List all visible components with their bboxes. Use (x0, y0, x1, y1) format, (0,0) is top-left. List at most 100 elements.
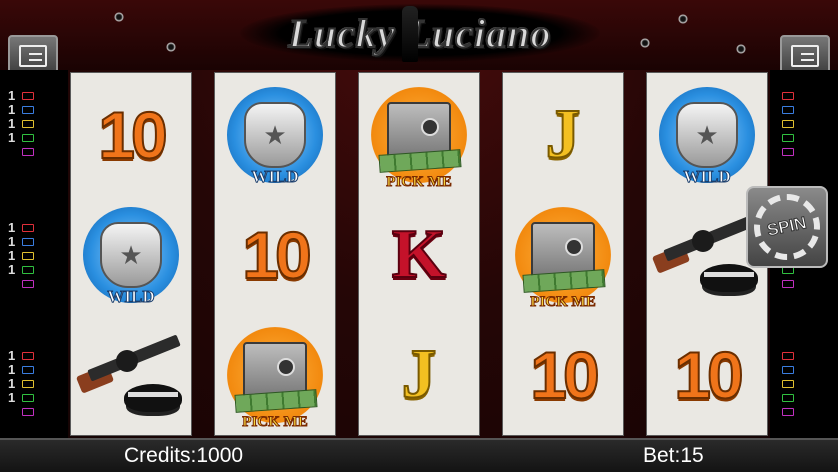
payline-indicator (782, 104, 834, 115)
wild-label: WILD (683, 167, 731, 187)
police-badge-icon: ★ WILD (83, 207, 179, 307)
payline-indicator (782, 118, 834, 129)
bullet-hole-icon (166, 42, 176, 52)
payline-indicator (8, 146, 60, 157)
payline-led-icon (782, 279, 794, 288)
paytable-icon (19, 45, 47, 67)
payline-led-icon (22, 379, 34, 388)
symbol-ten-label: 10 (97, 97, 168, 173)
bullet-hole-icon (678, 14, 688, 24)
spin-label: SPIN (765, 213, 809, 241)
symbol-ten: 10 (647, 315, 767, 435)
payline-indicator: 1 (8, 116, 60, 131)
payline-mark: 1 (8, 262, 16, 277)
safe-box (378, 102, 462, 173)
symbol-jack-label: J (545, 95, 582, 174)
credits-label: Credits: (124, 444, 197, 467)
police-badge-icon: ★ WILD (227, 87, 323, 187)
payline-indicator: 1 (8, 262, 60, 277)
bet-display: Bet:15 (643, 444, 704, 468)
payline-indicator (782, 90, 834, 101)
payline-led-icon (22, 119, 34, 128)
gun-drum (692, 230, 714, 252)
gun-drum (116, 350, 138, 372)
safe-icon: PICK ME (371, 87, 467, 191)
hat-band (128, 392, 178, 397)
pick-me-label: PICK ME (242, 414, 308, 431)
payline-led-icon (22, 407, 34, 416)
pick-me-label: PICK ME (386, 174, 452, 191)
game-stage: Lucky Luciano 111111111111 10 ★ WILD ★ WILD 1… (0, 0, 838, 472)
payline-indicator (782, 406, 834, 417)
payline-mark: 1 (8, 390, 16, 405)
payline-led-icon (22, 265, 34, 274)
symbol-ten: 10 (71, 75, 191, 195)
payline-mark: 1 (8, 248, 16, 263)
status-bar: Credits:1000 Bet:15 (0, 438, 838, 472)
payline-led-icon (782, 351, 794, 360)
payline-led-icon (22, 223, 34, 232)
payline-led-icon (782, 379, 794, 388)
symbol-ten: 10 (503, 315, 623, 435)
symbol-king-label: K (391, 215, 447, 294)
payline-group: 1111 (8, 88, 60, 160)
gangster-silhouette-icon (402, 6, 418, 62)
tommy-gun-icon (75, 330, 186, 420)
spin-arrows-icon: SPIN (754, 194, 820, 260)
payline-led-icon (22, 147, 34, 156)
fedora-hat-icon (124, 384, 182, 412)
symbol-pick-me: PICK ME (503, 195, 623, 315)
symbol-wild: ★ WILD (71, 195, 191, 315)
symbol-jack: J (359, 315, 479, 435)
symbol-gun-hat (71, 315, 191, 435)
cash-icon (522, 269, 606, 293)
payline-group (782, 350, 834, 420)
symbol-wild: ★ WILD (647, 75, 767, 195)
payline-led-icon (782, 147, 794, 156)
payline-led-icon (782, 105, 794, 114)
payline-mark: 1 (8, 102, 16, 117)
payline-mark: 1 (8, 116, 16, 131)
bullet-hole-icon (640, 38, 650, 48)
payline-indicator (782, 278, 834, 289)
bet-value: 15 (680, 444, 704, 467)
symbol-ten-label: 10 (529, 337, 600, 413)
payline-led-icon (782, 91, 794, 100)
payline-indicator: 1 (8, 88, 60, 103)
payline-led-icon (782, 365, 794, 374)
credits-value: 1000 (196, 444, 244, 467)
reel: 10 ★ WILD (70, 72, 192, 436)
safe-box (522, 222, 606, 293)
payline-indicator: 1 (8, 220, 60, 235)
bullet-hole-icon (114, 12, 124, 22)
payline-led-icon (782, 119, 794, 128)
wild-label: WILD (251, 167, 299, 187)
payline-group: 1111 (8, 220, 60, 292)
payline-mark: 1 (8, 348, 16, 363)
fedora-hat-icon (700, 264, 758, 292)
symbol-ten: 10 (215, 195, 335, 315)
safe-icon: PICK ME (515, 207, 611, 311)
symbol-jack-label: J (401, 335, 438, 414)
pick-me-label: PICK ME (530, 294, 596, 311)
payline-indicator: 1 (8, 102, 60, 117)
payline-indicator (782, 350, 834, 361)
payline-led-icon (782, 393, 794, 402)
payline-mark: 1 (8, 130, 16, 145)
star-icon: ★ (244, 102, 306, 168)
payline-led-icon (22, 251, 34, 260)
payline-indicator (782, 378, 834, 389)
payline-led-icon (22, 279, 34, 288)
payline-indicator (782, 364, 834, 375)
reel: J PICK ME 10 (502, 72, 624, 436)
spin-button[interactable]: SPIN (746, 186, 828, 268)
payline-led-icon (22, 105, 34, 114)
symbol-wild: ★ WILD (215, 75, 335, 195)
payline-indicator: 1 (8, 390, 60, 405)
cash-icon (378, 149, 462, 173)
payline-mark: 1 (8, 88, 16, 103)
payline-group: 1111 (8, 348, 60, 420)
payline-led-icon (22, 351, 34, 360)
star-icon: ★ (100, 222, 162, 288)
payline-led-icon (782, 407, 794, 416)
